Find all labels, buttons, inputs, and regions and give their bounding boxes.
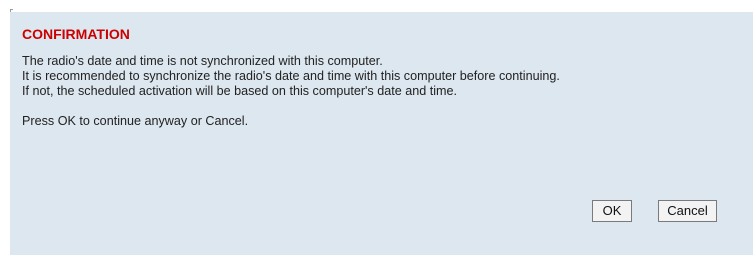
cancel-button[interactable]: Cancel [658,200,717,222]
ok-button[interactable]: OK [592,200,632,222]
message-line-recommendation: It is recommended to synchronize the rad… [22,69,560,83]
dialog-title: CONFIRMATION [22,26,130,42]
message-line-instruction: Press OK to continue anyway or Cancel. [22,114,249,128]
message-line-not-synchronized: The radio's date and time is not synchro… [22,54,383,68]
confirmation-dialog [10,12,753,255]
message-line-consequence: If not, the scheduled activation will be… [22,84,458,98]
